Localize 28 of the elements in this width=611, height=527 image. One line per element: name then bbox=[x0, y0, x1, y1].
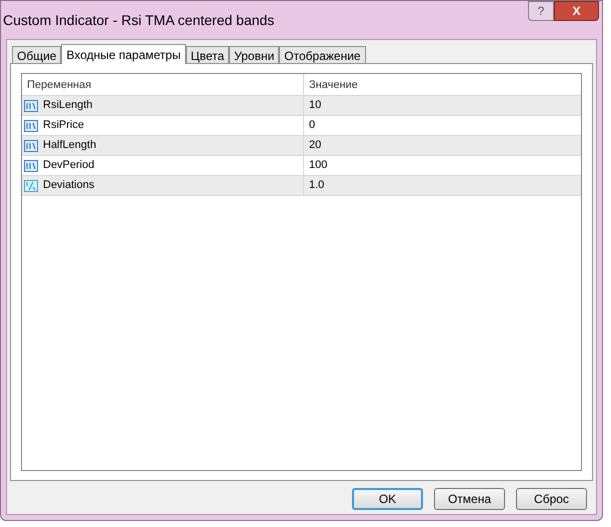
tab[interactable]: Общие bbox=[12, 46, 62, 63]
integer-type-icon bbox=[24, 100, 38, 112]
parameter-name: Deviations bbox=[43, 178, 94, 194]
fraction-type-icon bbox=[24, 180, 38, 192]
parameter-name: DevPeriod bbox=[43, 158, 94, 174]
column-header[interactable]: Переменная bbox=[22, 74, 304, 95]
tab[interactable]: Отображение bbox=[279, 46, 366, 63]
column-header[interactable]: Значение bbox=[304, 74, 581, 95]
parameter-value[interactable]: 100 bbox=[304, 156, 581, 175]
dialog-button[interactable]: Отмена bbox=[434, 488, 505, 510]
parameter-name: RsiLength bbox=[43, 98, 93, 114]
parameter-value[interactable]: 20 bbox=[304, 136, 581, 155]
parameter-value[interactable]: 10 bbox=[304, 96, 581, 115]
integer-type-icon bbox=[24, 120, 38, 132]
dialog-button[interactable]: OK bbox=[352, 488, 423, 510]
parameter-name: RsiPrice bbox=[43, 118, 84, 134]
tab[interactable]: Уровни bbox=[229, 46, 280, 63]
dialog-button[interactable]: Сброс bbox=[516, 488, 587, 510]
parameter-value[interactable]: 0 bbox=[304, 116, 581, 135]
integer-type-icon bbox=[24, 140, 38, 152]
tab[interactable]: Входные параметры bbox=[61, 44, 186, 64]
window-title: Custom Indicator - Rsi TMA centered bands bbox=[3, 11, 274, 30]
help-button[interactable]: ? bbox=[528, 1, 554, 21]
close-button[interactable]: X bbox=[554, 1, 599, 21]
parameter-value[interactable]: 1.0 bbox=[304, 176, 581, 195]
tab[interactable]: Цвета bbox=[186, 46, 230, 63]
parameter-name: HalfLength bbox=[43, 138, 96, 154]
integer-type-icon bbox=[24, 160, 38, 172]
